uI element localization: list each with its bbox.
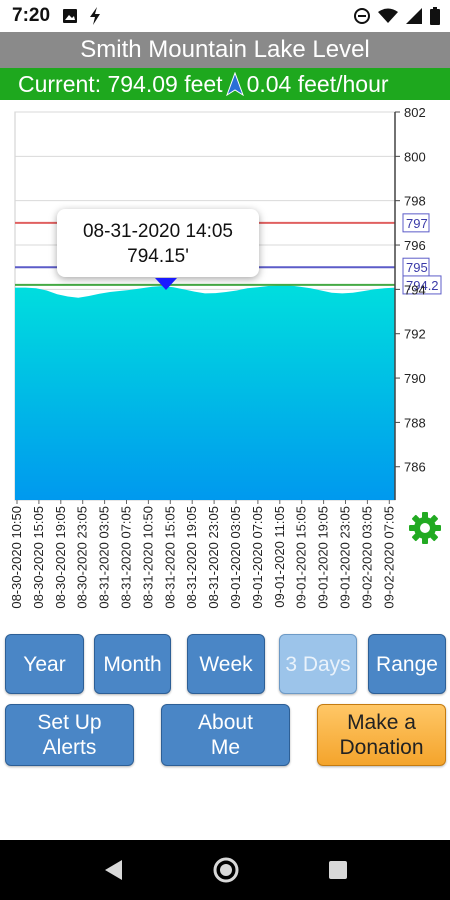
x-tick-label: 09-01-2020 07:05 bbox=[250, 506, 265, 609]
tooltip-marker bbox=[155, 278, 177, 290]
current-level-bar: Current: 794.09 feet 0.04 feet/hour bbox=[0, 68, 450, 100]
range-button[interactable]: Range bbox=[368, 634, 446, 694]
tooltip-datetime: 08-31-2020 14:05 bbox=[82, 221, 233, 242]
y-axis: 802 800 798 796 794 792 790 788 786 bbox=[394, 105, 426, 500]
recents-icon[interactable] bbox=[328, 860, 348, 880]
status-left-icons bbox=[62, 7, 102, 25]
week-button[interactable]: Week bbox=[187, 634, 265, 694]
donate-label-line1: Make a bbox=[347, 711, 416, 734]
x-tick-label: 09-02-2020 03:05 bbox=[359, 506, 374, 609]
reference-label: 795 bbox=[406, 260, 428, 275]
x-tick-label: 08-31-2020 15:05 bbox=[162, 506, 177, 609]
lake-level-chart[interactable]: 797 795 794.2 802 800 798 796 794 792 790 788 786 … bbox=[0, 100, 450, 630]
x-tick-label: 08-31-2020 07:05 bbox=[119, 506, 134, 609]
y-tick-label: 792 bbox=[404, 327, 426, 342]
page-title: Smith Mountain Lake Level bbox=[0, 32, 450, 68]
alerts-label-line2: Alerts bbox=[42, 736, 97, 759]
year-button[interactable]: Year bbox=[5, 634, 84, 694]
x-tick-label: 08-30-2020 10:50 bbox=[9, 506, 24, 609]
rate-text: 0.04 feet/hour bbox=[246, 71, 389, 97]
about-me-button[interactable]: About Me bbox=[161, 704, 290, 766]
y-tick-label: 790 bbox=[404, 371, 426, 386]
area-layer bbox=[15, 285, 395, 500]
battery-icon bbox=[430, 7, 440, 25]
x-tick-label: 09-01-2020 03:05 bbox=[228, 506, 243, 609]
current-level-text: Current: 794.09 feet bbox=[18, 71, 223, 97]
x-tick-label: 08-31-2020 23:05 bbox=[206, 506, 221, 609]
y-tick-label: 788 bbox=[404, 415, 426, 430]
do-not-disturb-icon bbox=[354, 8, 370, 24]
x-tick-label: 09-01-2020 11:05 bbox=[272, 506, 287, 608]
x-tick-label: 08-30-2020 23:05 bbox=[75, 506, 90, 609]
wifi-icon bbox=[378, 8, 398, 23]
y-tick-label: 786 bbox=[404, 460, 426, 475]
tooltip-value: 794.15' bbox=[127, 246, 189, 267]
donate-label-line2: Donation bbox=[339, 736, 424, 759]
back-icon[interactable] bbox=[102, 858, 124, 882]
gear-icon[interactable] bbox=[408, 511, 442, 545]
y-tick-label: 794 bbox=[404, 282, 426, 297]
month-button[interactable]: Month bbox=[94, 634, 171, 694]
status-time: 7:20 bbox=[12, 5, 51, 26]
x-tick-label: 09-02-2020 07:05 bbox=[381, 506, 396, 609]
about-label-line2: Me bbox=[210, 736, 241, 759]
about-label-line1: About bbox=[198, 711, 253, 734]
three-days-button[interactable]: 3 Days bbox=[279, 634, 357, 694]
status-bar: 7:20 bbox=[0, 0, 450, 32]
x-axis: 08-30-2020 10:50 08-30-2020 15:05 08-30-20… bbox=[9, 500, 396, 609]
y-tick-label: 798 bbox=[404, 194, 426, 209]
set-up-alerts-button[interactable]: Set Up Alerts bbox=[5, 704, 134, 766]
x-tick-label: 08-30-2020 19:05 bbox=[53, 506, 68, 609]
x-tick-label: 08-30-2020 15:05 bbox=[31, 506, 46, 609]
x-tick-label: 09-01-2020 23:05 bbox=[338, 506, 353, 609]
x-tick-label: 09-01-2020 15:05 bbox=[294, 506, 309, 609]
series-area bbox=[15, 285, 395, 500]
make-donation-button[interactable]: Make a Donation bbox=[317, 704, 446, 766]
y-tick-label: 802 bbox=[404, 105, 426, 120]
data-tooltip: 08-31-2020 14:05 794.15' bbox=[57, 209, 259, 277]
flash-icon bbox=[90, 7, 100, 25]
system-nav-bar bbox=[0, 840, 450, 900]
home-icon[interactable] bbox=[212, 856, 240, 884]
up-arrow-icon bbox=[225, 72, 244, 96]
signal-icon bbox=[406, 8, 422, 24]
x-tick-label: 09-01-2020 19:05 bbox=[316, 506, 331, 609]
alerts-label-line1: Set Up bbox=[37, 711, 102, 734]
y-tick-label: 800 bbox=[404, 149, 426, 164]
x-tick-label: 08-31-2020 10:50 bbox=[140, 506, 155, 609]
image-icon bbox=[63, 9, 77, 23]
status-right-icons bbox=[354, 7, 440, 25]
reference-label: 797 bbox=[406, 216, 428, 231]
chart-svg[interactable]: 797795794.2 802800798796794792790788786 … bbox=[0, 100, 450, 630]
y-tick-label: 796 bbox=[404, 238, 426, 253]
x-tick-label: 08-31-2020 19:05 bbox=[184, 506, 199, 609]
x-tick-label: 08-31-2020 03:05 bbox=[97, 506, 112, 609]
app-root: 7:20 Smith Mountain Lake Level Current: … bbox=[0, 0, 450, 900]
